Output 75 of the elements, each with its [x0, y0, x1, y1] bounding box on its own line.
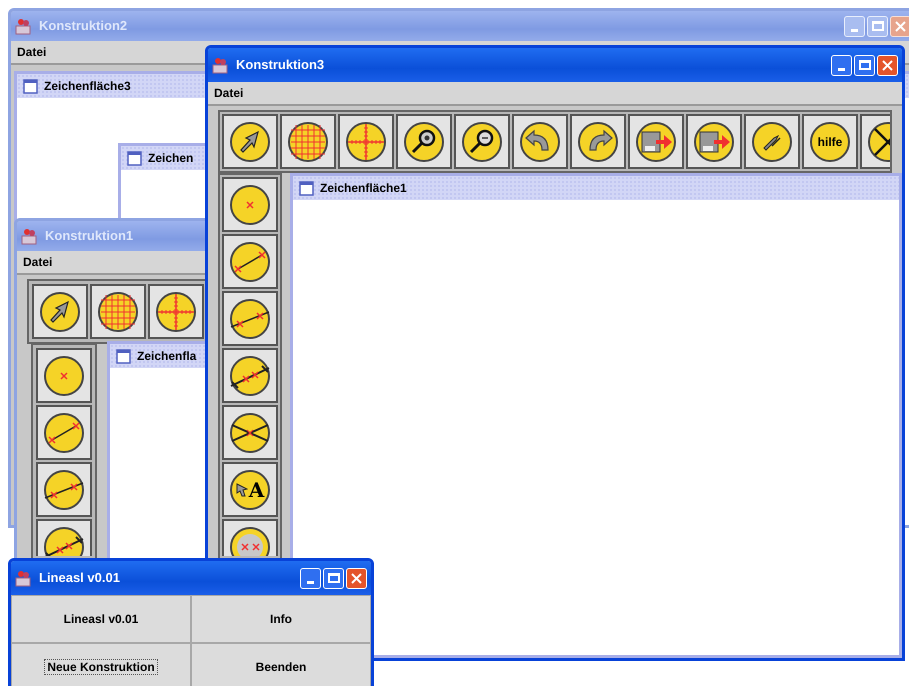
undo-icon	[518, 120, 562, 164]
tool-button[interactable]	[222, 177, 278, 232]
tool-button[interactable]	[686, 114, 742, 169]
close-icon	[895, 20, 906, 32]
window-icon	[23, 78, 38, 94]
pointer-arrow-icon	[236, 482, 248, 496]
tool-button[interactable]	[628, 114, 684, 169]
minimize-icon	[838, 68, 845, 70]
grid-icon	[286, 120, 330, 164]
tool-button[interactable]	[396, 114, 452, 169]
tool-button[interactable]	[280, 114, 336, 169]
maximize-icon	[328, 573, 340, 583]
app-icon	[21, 227, 39, 245]
frame-title: Zeichen	[148, 150, 194, 167]
minimize-icon	[307, 580, 314, 584]
redo-icon	[576, 120, 620, 164]
menu-button[interactable]: Beenden	[191, 643, 371, 686]
line-segment-icon	[42, 410, 86, 454]
maximize-icon	[858, 60, 870, 70]
text-tool-button[interactable]: A	[222, 462, 278, 517]
tool-button[interactable]	[222, 291, 278, 346]
app-icon	[15, 569, 33, 587]
tool-button[interactable]	[744, 114, 800, 169]
crosshair-icon	[154, 290, 198, 334]
line-icon	[42, 525, 86, 556]
window-title: Konstruktion3	[236, 56, 324, 74]
window-icon	[116, 348, 131, 364]
grid-icon	[96, 290, 140, 334]
cross-mark-icon	[42, 354, 86, 398]
app-icon	[212, 56, 230, 74]
tool-button[interactable]	[32, 284, 88, 339]
frame-title: Zeichenfla	[137, 348, 196, 365]
tool-button[interactable]	[570, 114, 626, 169]
tool-button[interactable]	[338, 114, 394, 169]
close-icon	[882, 60, 893, 70]
window-icon	[127, 150, 142, 166]
menu-item[interactable]: Datei	[17, 43, 46, 61]
crossing-lines-icon	[228, 410, 272, 454]
menu-button[interactable]: Neue Konstruktion	[11, 643, 191, 686]
menu-button[interactable]: Lineasl v0.01	[11, 595, 191, 643]
disk-icon	[692, 120, 736, 164]
tool-button[interactable]	[222, 405, 278, 460]
frame-title: Zeichenfläche3	[44, 78, 131, 95]
tool-button[interactable]	[512, 114, 568, 169]
maximize-icon	[872, 21, 884, 31]
menu-item[interactable]: Datei	[23, 253, 52, 271]
frame-title: Zeichenfläche1	[320, 180, 407, 197]
tool-button[interactable]	[222, 519, 278, 556]
crosshair-icon	[344, 120, 388, 164]
tool-button[interactable]	[36, 462, 92, 517]
tool-button[interactable]	[36, 519, 92, 556]
magnifier-icon	[402, 120, 446, 164]
help-button[interactable]: hilfe	[802, 114, 858, 169]
window-title: Konstruktion2	[39, 17, 128, 36]
tool-button[interactable]	[222, 348, 278, 403]
cross-mark-icon	[228, 182, 272, 226]
app-icon	[15, 17, 33, 35]
minimize-icon	[851, 28, 858, 32]
tool-button[interactable]	[36, 405, 92, 460]
magnifier-icon	[460, 120, 504, 164]
line-segment-icon	[228, 240, 272, 284]
tool-button[interactable]	[454, 114, 510, 169]
pen-cursor-icon	[750, 120, 794, 164]
window-title: Konstruktion1	[45, 227, 134, 246]
tool-button[interactable]	[36, 348, 92, 403]
menu-button[interactable]: Info	[191, 595, 371, 643]
tool-button[interactable]	[222, 114, 278, 169]
tool-button[interactable]	[148, 284, 204, 339]
window-title: Lineasl v0.01	[39, 569, 120, 588]
disk-icon	[634, 120, 678, 164]
menu-item[interactable]: Datei	[214, 84, 244, 102]
tool-button[interactable]	[222, 234, 278, 289]
window-icon	[299, 180, 314, 196]
tool-button[interactable]	[90, 284, 146, 339]
close-icon	[351, 572, 362, 584]
